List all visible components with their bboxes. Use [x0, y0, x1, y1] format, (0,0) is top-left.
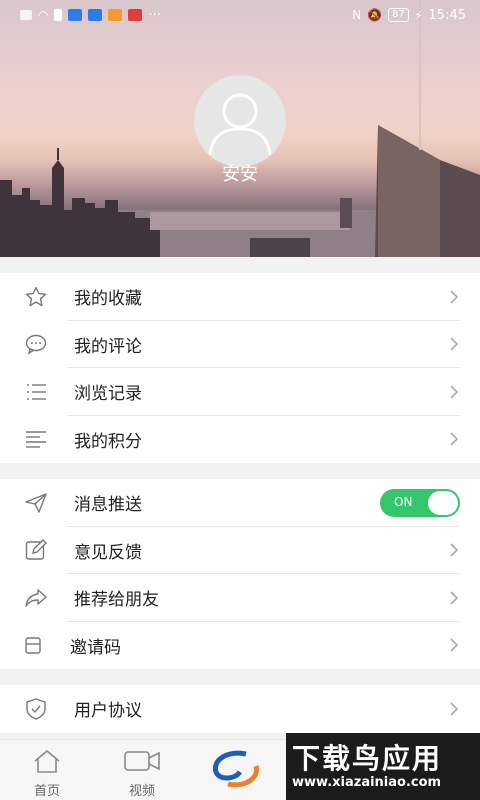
menu-item-label: 意见反馈 — [74, 542, 142, 563]
video-camera-icon — [124, 751, 160, 771]
menu-item-user-agreement[interactable]: 用户协议 — [0, 685, 480, 733]
tab-home[interactable]: 首页 — [17, 748, 77, 799]
username[interactable]: 安安 — [0, 160, 480, 186]
wifi-icon: ◠ — [38, 8, 49, 22]
edit-icon — [25, 539, 47, 560]
shield-icon — [26, 698, 46, 720]
menu-item-recommend[interactable]: 推荐给朋友 — [0, 574, 480, 622]
comment-icon — [25, 335, 47, 355]
tab-center-logo[interactable] — [206, 746, 266, 796]
watermark-logo: 下载鸟应用 www.xiazainiao.com — [286, 733, 480, 800]
app-icon-2 — [88, 9, 103, 21]
box-icon — [25, 637, 41, 654]
toggle-state-label: ON — [394, 494, 413, 509]
tab-video[interactable]: 视频 — [112, 748, 172, 799]
mute-icon: 🔕 — [367, 8, 383, 22]
home-icon — [34, 749, 60, 773]
charging-icon: ⚡ — [414, 8, 423, 22]
chevron-right-icon — [450, 591, 459, 605]
menu-section-legal: 用户协议 — [0, 685, 480, 733]
tab-video-label: 视频 — [128, 784, 155, 799]
menu-item-label: 消息推送 — [74, 495, 142, 516]
app-icon-1 — [68, 9, 83, 21]
avatar[interactable] — [194, 75, 286, 167]
user-icon — [208, 93, 272, 156]
chevron-right-icon — [450, 337, 459, 351]
menu-item-invite-code[interactable]: 邀请码 — [0, 622, 480, 670]
tab-home-label: 首页 — [33, 784, 60, 799]
send-icon — [25, 493, 47, 513]
menu-item-label: 我的积分 — [74, 431, 142, 452]
star-icon — [25, 286, 47, 306]
watermark-title: 下载鸟应用 — [292, 742, 443, 775]
chevron-right-icon — [450, 543, 459, 557]
push-notification-toggle[interactable]: ON — [380, 488, 460, 517]
menu-item-label: 我的收藏 — [74, 289, 142, 310]
nfc-icon: N — [352, 8, 362, 22]
menu-item-favorites[interactable]: 我的收藏 — [0, 273, 480, 321]
status-bar: ◠ ··· N 🔕 87 ⚡ 15:45 — [0, 0, 480, 30]
menu-item-feedback[interactable]: 意见反馈 — [0, 527, 480, 574]
chevron-right-icon — [450, 638, 459, 652]
watermark-url: www.xiazainiao.com — [292, 775, 442, 790]
menu-item-points[interactable]: 我的积分 — [0, 416, 480, 464]
clock: 15:45 — [428, 7, 466, 23]
more-notifications: ··· — [148, 7, 161, 23]
battery-level: 87 — [388, 8, 409, 22]
menu-item-history[interactable]: 浏览记录 — [0, 368, 480, 416]
menu-item-label: 我的评论 — [74, 336, 142, 357]
menu-section-personal: 我的收藏 我的评论 浏览记录 我的积分 — [0, 273, 480, 463]
menu-item-comments[interactable]: 我的评论 — [0, 321, 480, 368]
app-icon-3 — [128, 9, 143, 21]
toggle-knob — [428, 490, 458, 515]
app-logo-icon — [212, 750, 260, 788]
menu-item-label: 推荐给朋友 — [74, 590, 159, 611]
chevron-right-icon — [450, 702, 459, 716]
chevron-right-icon — [450, 385, 459, 399]
chevron-right-icon — [450, 290, 459, 304]
menu-item-push: 消息推送 ON — [0, 479, 480, 527]
menu-item-label: 浏览记录 — [74, 384, 142, 405]
sim-icon — [54, 9, 63, 21]
lines-icon — [26, 431, 46, 448]
menu-item-label: 用户协议 — [74, 701, 142, 722]
menu-section-settings: 消息推送 ON 意见反馈 推荐给朋友 邀请码 — [0, 479, 480, 669]
share-icon — [25, 589, 47, 607]
list-icon — [27, 383, 46, 400]
weibo-icon — [108, 9, 123, 21]
signal-icon — [20, 10, 32, 20]
chevron-right-icon — [450, 432, 459, 446]
menu-item-label: 邀请码 — [70, 637, 121, 658]
